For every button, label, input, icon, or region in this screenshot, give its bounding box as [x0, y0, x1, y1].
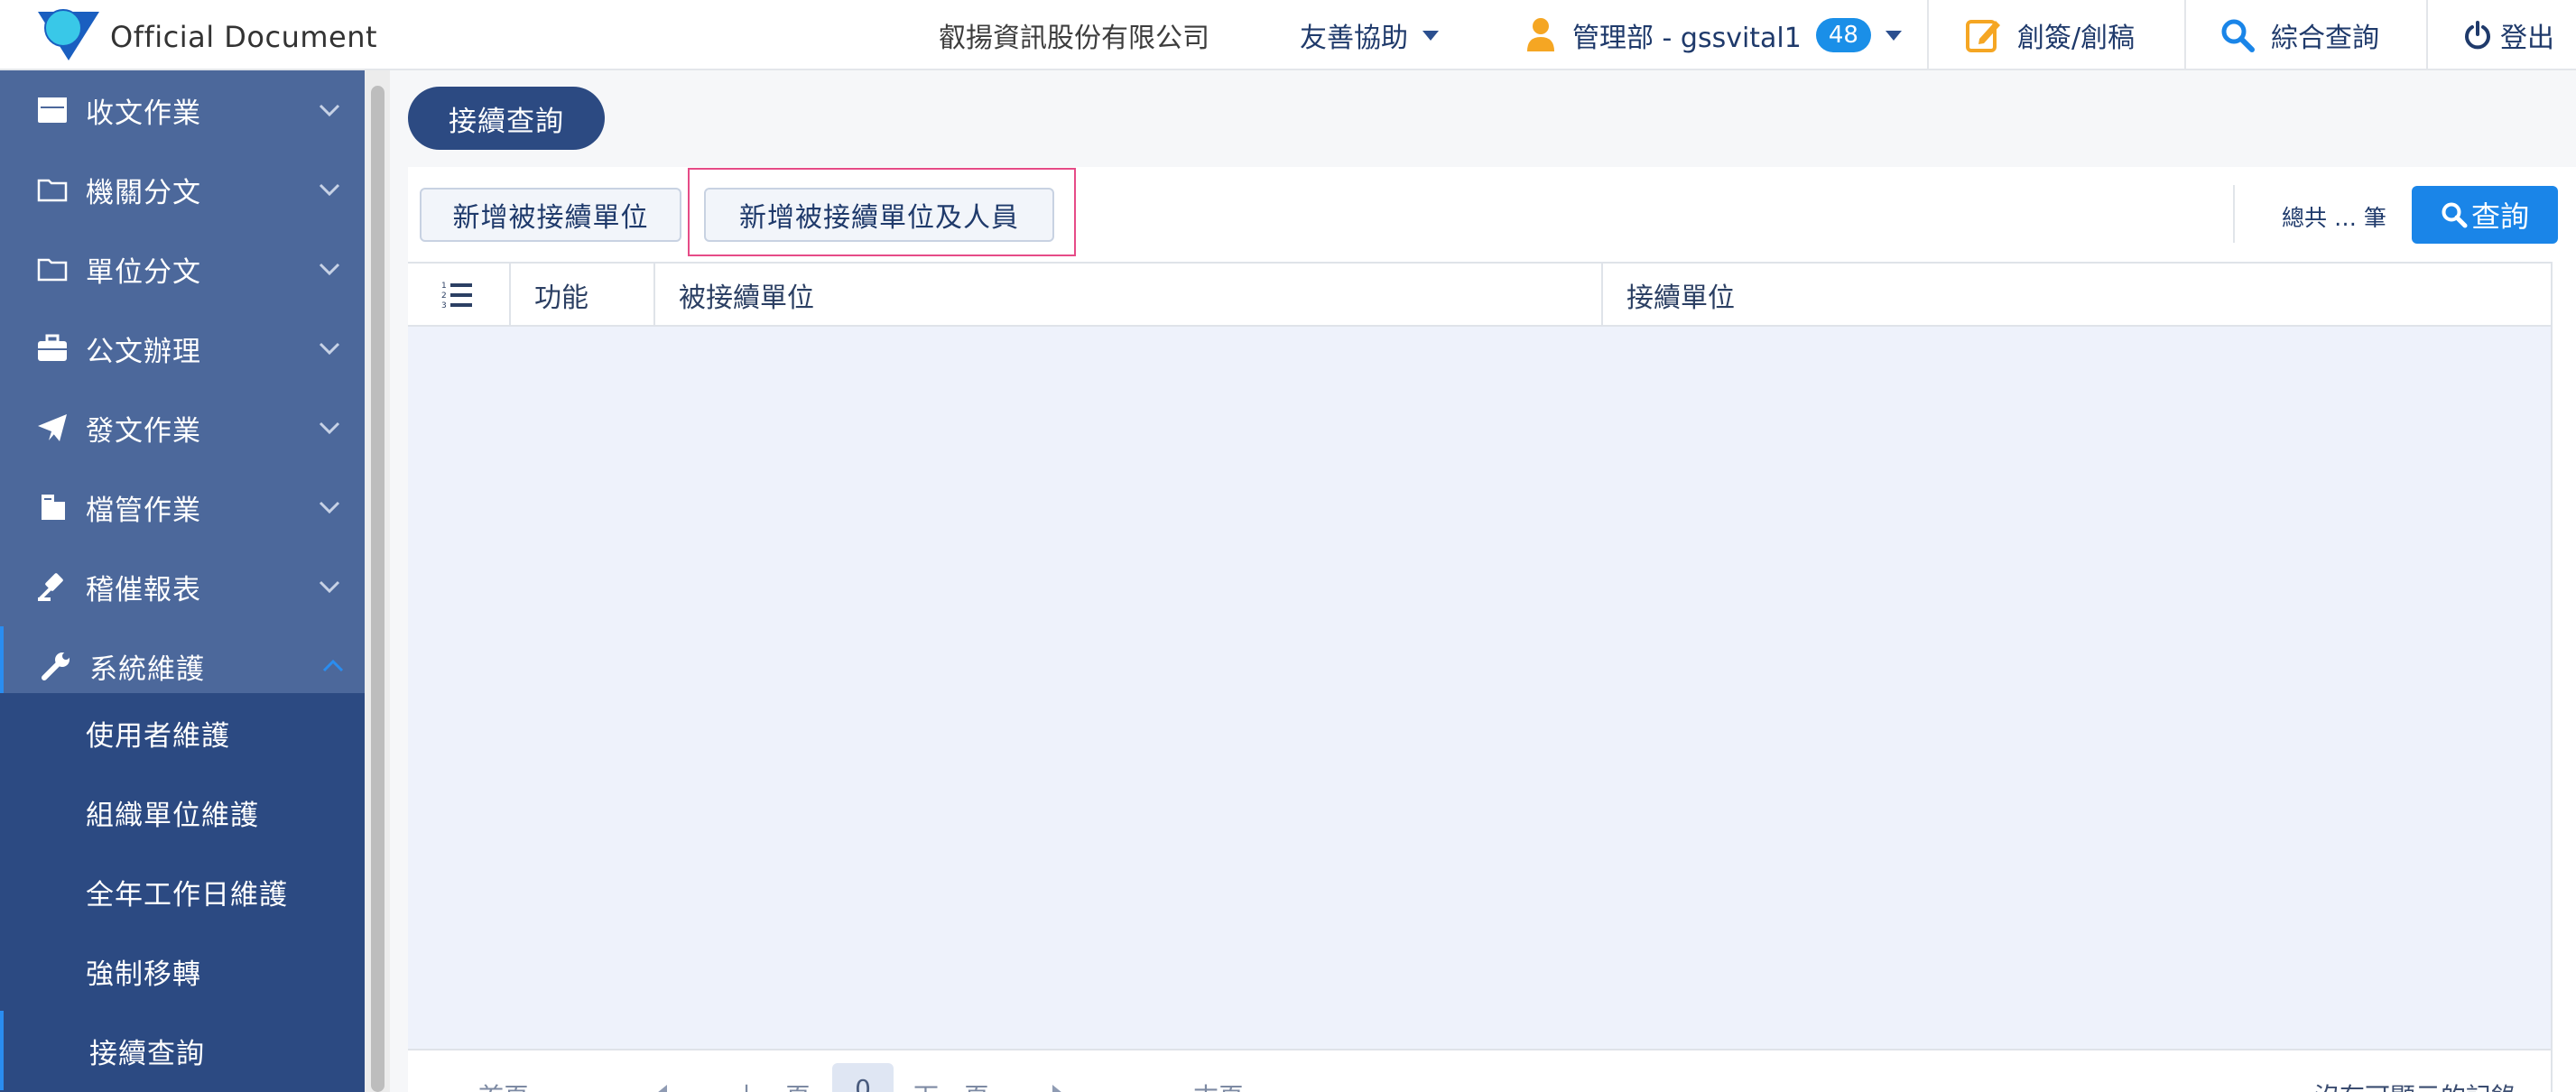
- notification-badge: 48: [1815, 18, 1871, 52]
- page-number[interactable]: 0: [832, 1063, 894, 1092]
- sidebar-item-label: 單位分文: [86, 255, 201, 289]
- divider: [2233, 185, 2235, 243]
- sidebar-item-label: 發文作業: [86, 414, 201, 448]
- company-name: 叡揚資訊股份有限公司: [939, 23, 1209, 54]
- pagination: 首頁 上一頁 0 下一頁 末頁 沒有可顯示的記錄。: [408, 1049, 2551, 1092]
- caret-down-icon: [1422, 30, 1439, 41]
- gavel-icon: [38, 573, 63, 601]
- svg-text:2: 2: [441, 292, 447, 301]
- logo-icon: [38, 9, 99, 60]
- caret-right-icon[interactable]: [1052, 1085, 1062, 1092]
- query-button-label: 查詢: [2470, 199, 2529, 234]
- svg-text:3: 3: [441, 301, 447, 310]
- sidebar-subitem-workday-maintenance[interactable]: 全年工作日維護: [0, 852, 365, 931]
- column-chooser[interactable]: 1 2 3: [440, 264, 473, 327]
- divider: [2426, 0, 2428, 70]
- query-button[interactable]: 查詢: [2412, 186, 2558, 244]
- table-body: [408, 327, 2551, 1049]
- edit-icon: [1966, 20, 2000, 52]
- sidebar-item-receive[interactable]: 收文作業: [0, 70, 365, 150]
- sidebar-subitem-force-transfer[interactable]: 強制移轉: [0, 931, 365, 1011]
- next-page-link[interactable]: 下一頁: [913, 1078, 989, 1092]
- table-right-edge: [2551, 262, 2576, 1092]
- power-icon: [2465, 21, 2490, 50]
- sidebar-item-dispatch[interactable]: 發文作業: [0, 388, 365, 467]
- sidebar-item-reports[interactable]: 稽催報表: [0, 547, 365, 626]
- sidebar-item-archive[interactable]: 檔管作業: [0, 467, 365, 547]
- search-icon: [2442, 202, 2468, 228]
- chevron-up-icon: [322, 659, 344, 672]
- sidebar-subitem-label: 組織單位維護: [86, 799, 259, 832]
- paper-plane-icon: [38, 414, 67, 441]
- last-page-link[interactable]: 末頁: [1193, 1078, 1244, 1092]
- sign-draft-button[interactable]: 創簽/創稿: [1965, 0, 2135, 70]
- sidebar-item-label: 公文辦理: [86, 335, 201, 368]
- add-continued-unit-person-button[interactable]: 新增被接續單位及人員: [704, 188, 1054, 242]
- sidebar-subitem-label: 使用者維護: [86, 719, 230, 753]
- sidebar-subitem-continuation-query[interactable]: 接續查詢: [0, 1011, 365, 1090]
- total-count: 總共 … 筆: [2282, 205, 2386, 231]
- sidebar-item-label: 稽催報表: [86, 573, 201, 606]
- sidebar-item-label: 收文作業: [86, 97, 201, 130]
- archive-icon: [42, 495, 65, 520]
- page-title: 接續查詢: [408, 87, 605, 150]
- prev-page-link[interactable]: 上一頁: [735, 1078, 811, 1092]
- column-divider: [509, 264, 511, 327]
- column-divider: [1601, 264, 1603, 327]
- svg-text:1: 1: [441, 282, 447, 291]
- logout-button[interactable]: 登出: [2464, 0, 2554, 70]
- chevron-down-icon: [319, 421, 340, 435]
- user-icon: [1527, 18, 1554, 51]
- caret-left-icon[interactable]: [657, 1085, 667, 1092]
- folder-icon: [37, 179, 68, 202]
- user-label: 管理部 - gssvital1: [1572, 23, 1802, 54]
- divider: [2184, 0, 2186, 70]
- chevron-down-icon: [319, 342, 340, 356]
- calendar-icon: [38, 97, 67, 123]
- sidebar-subitem-label: 接續查詢: [89, 1037, 205, 1070]
- sidebar-item-label: 機關分文: [86, 176, 201, 209]
- chevron-down-icon: [319, 104, 340, 117]
- column-divider: [653, 264, 655, 327]
- logout-label: 登出: [2500, 23, 2554, 54]
- column-header-continued-unit[interactable]: 被接續單位: [679, 264, 814, 327]
- sidebar-item-label: 系統維護: [89, 652, 205, 686]
- sidebar-item-agency-dispatch[interactable]: 機關分文: [0, 150, 365, 229]
- divider: [1927, 0, 1929, 70]
- empty-records-message: 沒有可顯示的記錄。: [2314, 1078, 2542, 1092]
- first-page-link[interactable]: 首頁: [478, 1078, 529, 1092]
- list-ol-icon: 1 2 3: [441, 282, 472, 310]
- brand-name: Official Document: [110, 20, 378, 54]
- helper-label: 友善協助: [1300, 23, 1408, 54]
- sidebar-item-label: 檔管作業: [86, 494, 201, 527]
- search-icon: [2221, 19, 2255, 52]
- sidebar-item-processing[interactable]: 公文辦理: [0, 309, 365, 388]
- brand[interactable]: Official Document: [0, 0, 903, 69]
- top-bar: Official Document 叡揚資訊股份有限公司 友善協助 管理部 - …: [0, 0, 2576, 70]
- global-search-button[interactable]: 綜合查詢: [2220, 0, 2379, 70]
- caret-down-icon: [1885, 30, 1902, 41]
- column-header-function[interactable]: 功能: [534, 264, 588, 327]
- table-header: 1 2 3 功能 被接續單位 接續單位: [408, 262, 2551, 327]
- submenu-system-maintenance: 使用者維護 組織單位維護 全年工作日維護 強制移轉 接續查詢: [0, 693, 365, 1092]
- sidebar-subitem-user-maintenance[interactable]: 使用者維護: [0, 693, 365, 773]
- chevron-down-icon: [319, 501, 340, 514]
- folder-icon: [37, 258, 68, 282]
- user-menu[interactable]: 管理部 - gssvital1 48: [1525, 0, 1902, 70]
- sidebar-subitem-label: 全年工作日維護: [86, 878, 288, 912]
- sign-draft-label: 創簽/創稿: [2017, 23, 2136, 54]
- wrench-icon: [42, 652, 69, 680]
- chevron-down-icon: [319, 580, 340, 594]
- helper-menu[interactable]: 友善協助: [1300, 0, 1439, 70]
- chevron-down-icon: [319, 183, 340, 197]
- sidebar-item-unit-dispatch[interactable]: 單位分文: [0, 229, 365, 309]
- sidebar-subitem-label: 強制移轉: [86, 958, 201, 991]
- sidebar-scrollbar-thumb[interactable]: [371, 86, 385, 1092]
- add-continued-unit-button[interactable]: 新增被接續單位: [420, 188, 681, 242]
- global-search-label: 綜合查詢: [2271, 23, 2379, 54]
- column-header-successor-unit[interactable]: 接續單位: [1626, 264, 1735, 327]
- chevron-down-icon: [319, 263, 340, 276]
- briefcase-icon: [38, 334, 67, 361]
- sidebar-subitem-org-maintenance[interactable]: 組織單位維護: [0, 773, 365, 852]
